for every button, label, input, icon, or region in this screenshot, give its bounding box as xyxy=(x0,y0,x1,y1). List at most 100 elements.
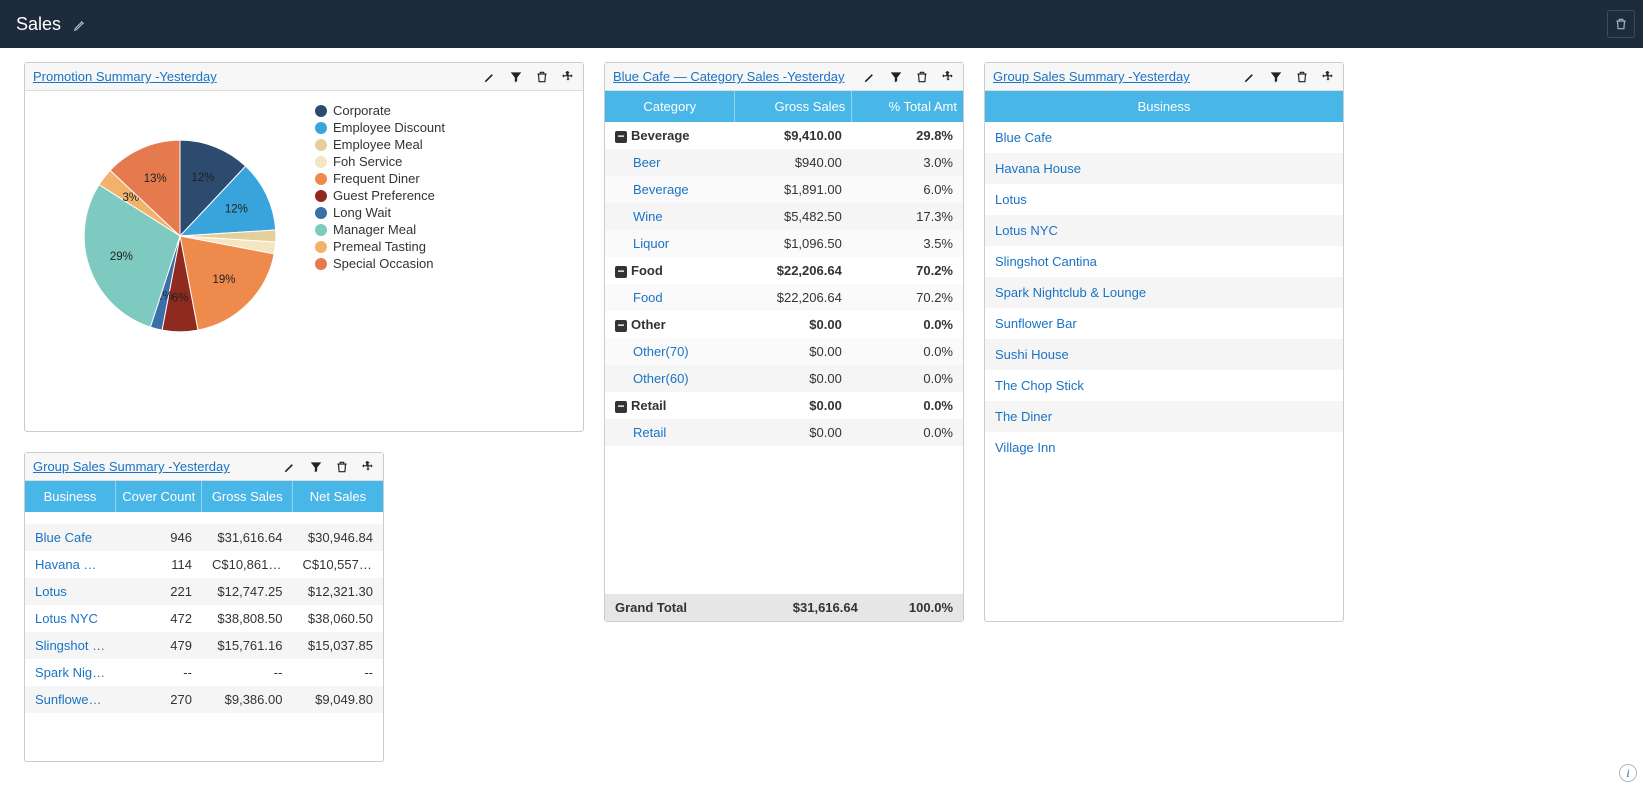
collapse-icon[interactable]: − xyxy=(615,401,627,413)
move-icon[interactable] xyxy=(361,459,375,475)
edit-title-icon[interactable] xyxy=(73,16,87,32)
category-group-row[interactable]: −Other$0.000.0% xyxy=(605,311,963,338)
table-row[interactable]: Slingshot C...479$15,761.16$15,037.85 xyxy=(25,632,383,659)
legend-item[interactable]: Corporate xyxy=(315,103,445,118)
legend-label: Premeal Tasting xyxy=(333,239,426,254)
column-header[interactable]: Net Sales xyxy=(292,481,383,512)
legend-label: Employee Discount xyxy=(333,120,445,135)
business-table: Business Blue CafeHavana HouseLotusLotus… xyxy=(985,91,1343,463)
filter-icon[interactable] xyxy=(1269,69,1283,85)
filter-icon[interactable] xyxy=(509,69,523,85)
move-icon[interactable] xyxy=(561,69,575,85)
collapse-icon[interactable]: − xyxy=(615,131,627,143)
svg-text:19%: 19% xyxy=(213,274,236,286)
business-row[interactable]: Blue Cafe xyxy=(985,122,1343,153)
column-header[interactable]: Business xyxy=(25,481,116,512)
move-icon[interactable] xyxy=(1321,69,1335,85)
column-header[interactable]: Category xyxy=(605,91,735,122)
page-title: Sales xyxy=(16,14,61,35)
column-header[interactable]: Cover Count xyxy=(116,481,202,512)
edit-icon[interactable] xyxy=(863,69,877,85)
table-row[interactable]: Lotus221$12,747.25$12,321.30 xyxy=(25,578,383,605)
legend-swatch xyxy=(315,173,327,185)
category-sub-row[interactable]: Beer$940.003.0% xyxy=(605,149,963,176)
legend-swatch xyxy=(315,156,327,168)
business-row[interactable]: Spark Nightclub & Lounge xyxy=(985,277,1343,308)
table-row[interactable]: Blue Cafe946$31,616.64$30,946.84 xyxy=(25,524,383,551)
category-sub-row[interactable]: Retail$0.000.0% xyxy=(605,419,963,446)
business-row[interactable]: Lotus xyxy=(985,184,1343,215)
trash-icon[interactable] xyxy=(535,69,549,85)
svg-text:12%: 12% xyxy=(191,172,214,184)
category-sub-row[interactable]: Wine$5,482.5017.3% xyxy=(605,203,963,230)
column-header[interactable]: % Total Amt xyxy=(852,91,963,122)
topbar: Sales xyxy=(0,0,1643,48)
category-sub-row[interactable]: Food$22,206.6470.2% xyxy=(605,284,963,311)
table-row[interactable]: Sunflower ...270$9,386.00$9,049.80 xyxy=(25,686,383,713)
info-icon[interactable]: i xyxy=(1619,764,1637,782)
category-group-row[interactable]: −Beverage$9,410.0029.8% xyxy=(605,122,963,149)
legend-item[interactable]: Premeal Tasting xyxy=(315,239,445,254)
business-row[interactable]: Havana House xyxy=(985,153,1343,184)
filter-icon[interactable] xyxy=(309,459,323,475)
table-row[interactable]: Lotus NYC472$38,808.50$38,060.50 xyxy=(25,605,383,632)
category-group-row[interactable]: −Retail$0.000.0% xyxy=(605,392,963,419)
widget-title-link[interactable]: Group Sales Summary -Yesterday xyxy=(33,459,230,474)
business-row[interactable]: The Chop Stick xyxy=(985,370,1343,401)
trash-icon[interactable] xyxy=(1295,69,1309,85)
legend-swatch xyxy=(315,139,327,151)
legend-label: Long Wait xyxy=(333,205,391,220)
legend-label: Corporate xyxy=(333,103,391,118)
trash-icon[interactable] xyxy=(915,69,929,85)
category-sub-row[interactable]: Other(60)$0.000.0% xyxy=(605,365,963,392)
svg-text:12%: 12% xyxy=(225,204,248,216)
business-row[interactable]: Lotus NYC xyxy=(985,215,1343,246)
trash-icon[interactable] xyxy=(335,459,349,475)
category-sub-row[interactable]: Beverage$1,891.006.0% xyxy=(605,176,963,203)
filter-icon[interactable] xyxy=(889,69,903,85)
svg-text:29%: 29% xyxy=(110,251,133,263)
legend-swatch xyxy=(315,224,327,236)
widget-group-sales: Group Sales Summary -Yesterday BusinessC… xyxy=(24,452,384,762)
legend-item[interactable]: Employee Discount xyxy=(315,120,445,135)
move-icon[interactable] xyxy=(941,69,955,85)
legend-label: Special Occasion xyxy=(333,256,433,271)
legend-item[interactable]: Manager Meal xyxy=(315,222,445,237)
legend-item[interactable]: Guest Preference xyxy=(315,188,445,203)
pie-legend: Corporate Employee Discount Employee Meal F… xyxy=(315,101,445,273)
widget-title-link[interactable]: Group Sales Summary -Yesterday xyxy=(993,69,1190,84)
legend-swatch xyxy=(315,241,327,253)
legend-item[interactable]: Frequent Diner xyxy=(315,171,445,186)
legend-item[interactable]: Long Wait xyxy=(315,205,445,220)
legend-item[interactable]: Foh Service xyxy=(315,154,445,169)
category-sub-row[interactable]: Other(70)$0.000.0% xyxy=(605,338,963,365)
edit-icon[interactable] xyxy=(283,459,297,475)
collapse-icon[interactable]: − xyxy=(615,320,627,332)
business-row[interactable]: Sushi House xyxy=(985,339,1343,370)
edit-icon[interactable] xyxy=(483,69,497,85)
column-header[interactable]: Gross Sales xyxy=(202,481,293,512)
legend-swatch xyxy=(315,190,327,202)
promo-pie-chart: 12%12%19%6%2%29%3%13% xyxy=(65,121,295,351)
table-row[interactable]: Havana Ho...114C$10,861.33...C$10,557.28… xyxy=(25,551,383,578)
business-row[interactable]: Slingshot Cantina xyxy=(985,246,1343,277)
column-header[interactable]: Business xyxy=(985,91,1343,122)
legend-item[interactable]: Employee Meal xyxy=(315,137,445,152)
table-row[interactable]: Spark Night...------ xyxy=(25,659,383,686)
business-row[interactable]: Sunflower Bar xyxy=(985,308,1343,339)
category-sub-row[interactable]: Liquor$1,096.503.5% xyxy=(605,230,963,257)
category-sales-table: CategoryGross Sales% Total Amt −Beverage… xyxy=(605,91,963,446)
collapse-icon[interactable]: − xyxy=(615,266,627,278)
widget-title-link[interactable]: Promotion Summary -Yesterday xyxy=(33,69,217,84)
edit-icon[interactable] xyxy=(1243,69,1257,85)
legend-item[interactable]: Special Occasion xyxy=(315,256,445,271)
category-group-row[interactable]: −Food$22,206.6470.2% xyxy=(605,257,963,284)
widget-title-link[interactable]: Blue Cafe — Category Sales -Yesterday xyxy=(613,69,844,84)
svg-text:13%: 13% xyxy=(144,173,167,185)
legend-label: Frequent Diner xyxy=(333,171,420,186)
delete-dashboard-button[interactable] xyxy=(1607,10,1635,38)
widget-promotion-summary: Promotion Summary -Yesterday 12%12%19%6%… xyxy=(24,62,584,432)
business-row[interactable]: The Diner xyxy=(985,401,1343,432)
business-row[interactable]: Village Inn xyxy=(985,432,1343,463)
column-header[interactable]: Gross Sales xyxy=(735,91,852,122)
